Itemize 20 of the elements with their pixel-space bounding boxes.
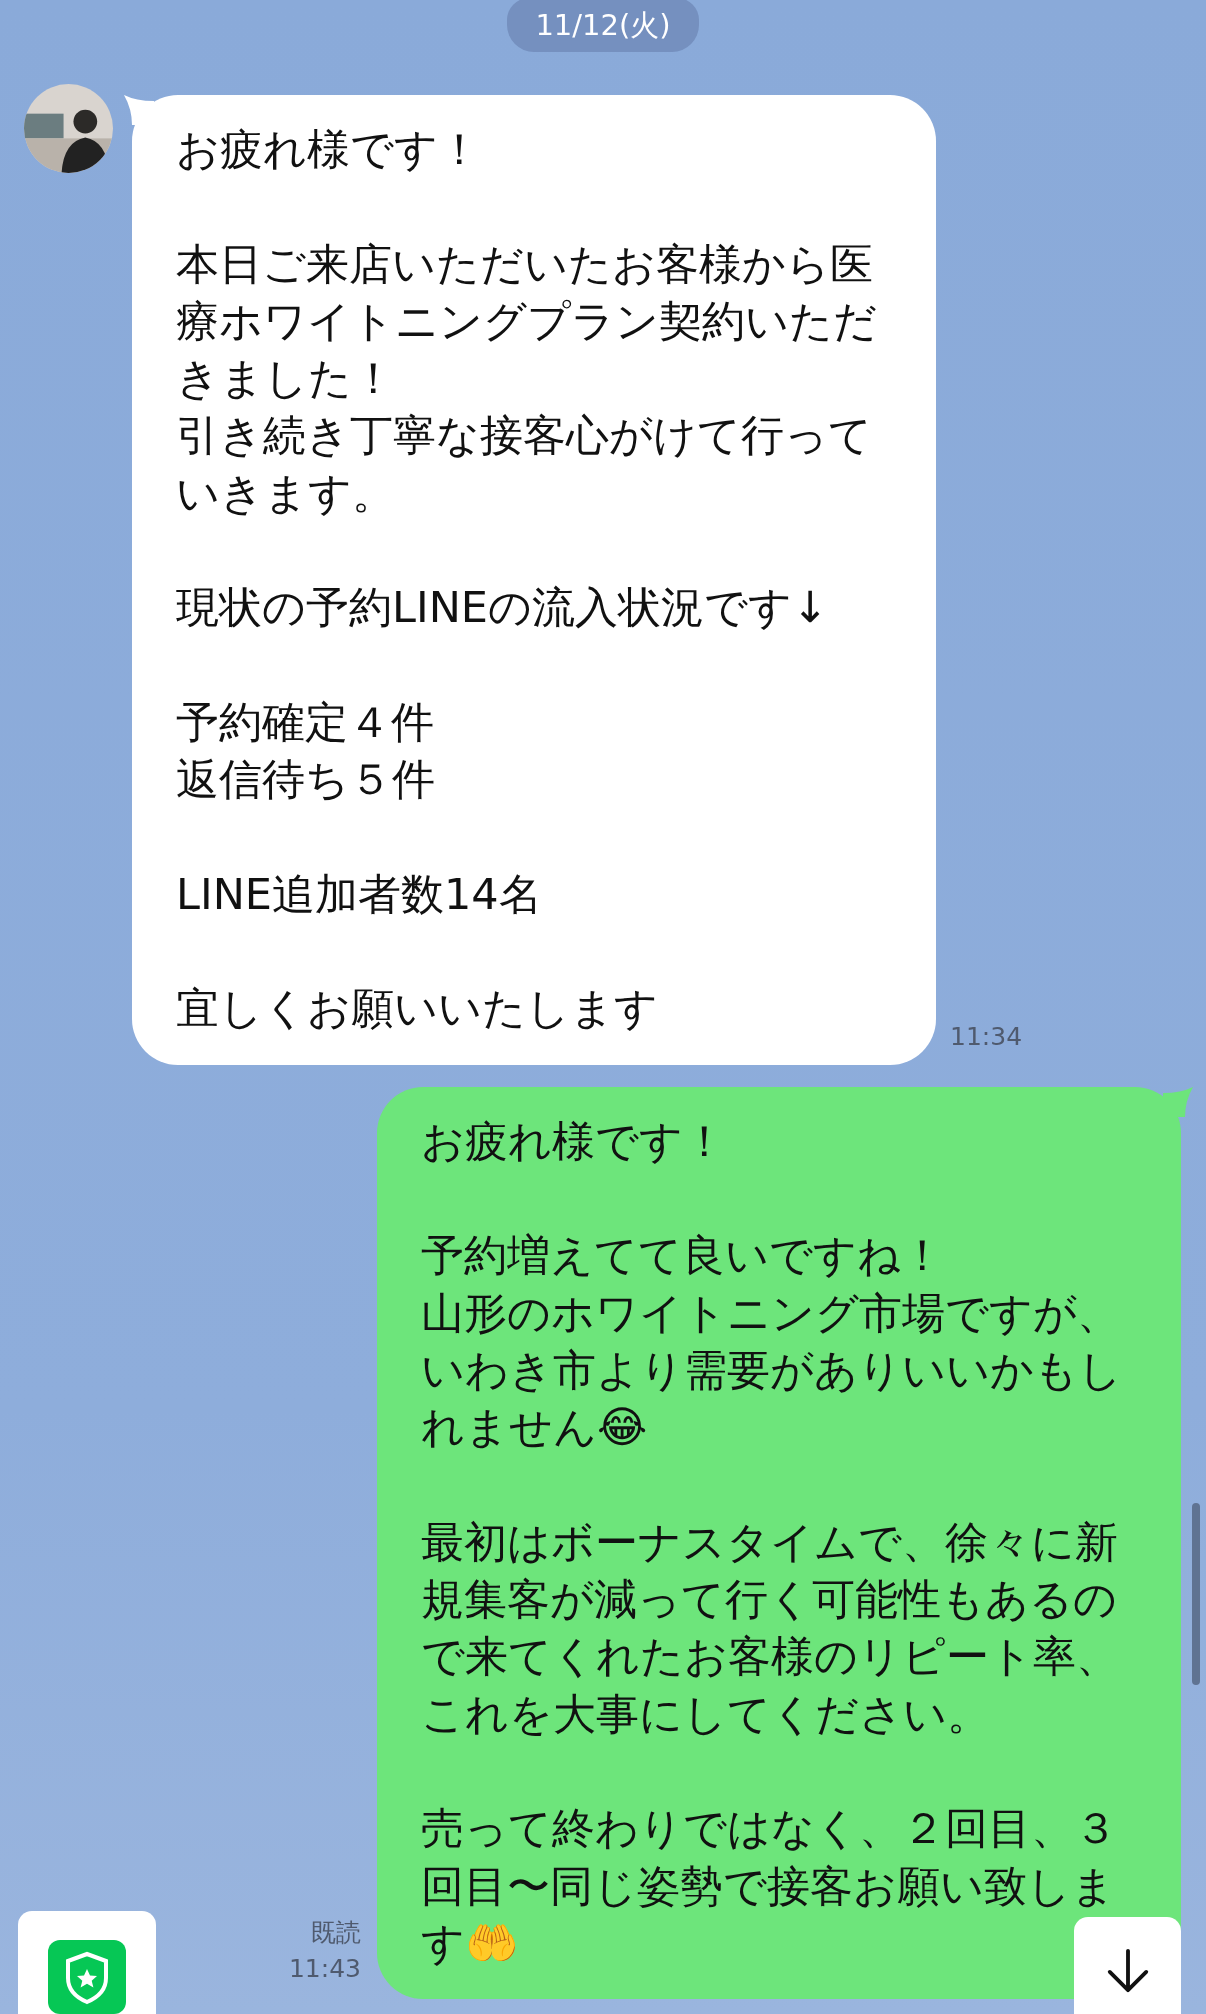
message-text: 現状の予約LINEの流入状況です↓	[176, 581, 829, 635]
message-text: LINE追加者数14名	[176, 867, 543, 921]
date-label: 11/12(火)	[507, 0, 699, 52]
scrollbar[interactable]	[1192, 1503, 1200, 1685]
message-text: 本日ご来店いただいたお客様から医療ホワイトニングプラン契約いただきました！	[176, 237, 878, 406]
message-time: 11:43	[288, 1953, 361, 1986]
message-text: 売って終わりではなく、２回目、３回目〜同じ姿勢で接客お願い致します🤲	[421, 1802, 1118, 1970]
message-text: 引き続き丁寧な接客心がけて行っていきます。	[176, 409, 873, 520]
message-text: 予約増えてて良いですね！	[421, 1229, 945, 1283]
message-time: 11:34	[950, 1020, 1023, 1053]
message-text: 最初はボーナスタイムで、徐々に新規集客が減って行く可能性もあるので来てくれたお客様のリピート率、これを大事にしてください。	[421, 1515, 1120, 1741]
message-text: 宜しくお願いいたします	[176, 982, 659, 1036]
message-text: お疲れ様です！	[421, 1114, 727, 1168]
message-text: お疲れ様です！	[176, 123, 482, 176]
shield-icon	[48, 1940, 126, 2014]
read-label: 既読	[311, 1917, 361, 1950]
message-text: 予約確定４件	[176, 695, 435, 749]
scroll-down-button[interactable]	[1074, 1917, 1181, 2014]
message-text: 山形のホワイトニング市場ですが、いわき市より需要がありいいかもしれません😂	[421, 1286, 1123, 1455]
message-text: 返信待ち５件	[176, 753, 436, 807]
